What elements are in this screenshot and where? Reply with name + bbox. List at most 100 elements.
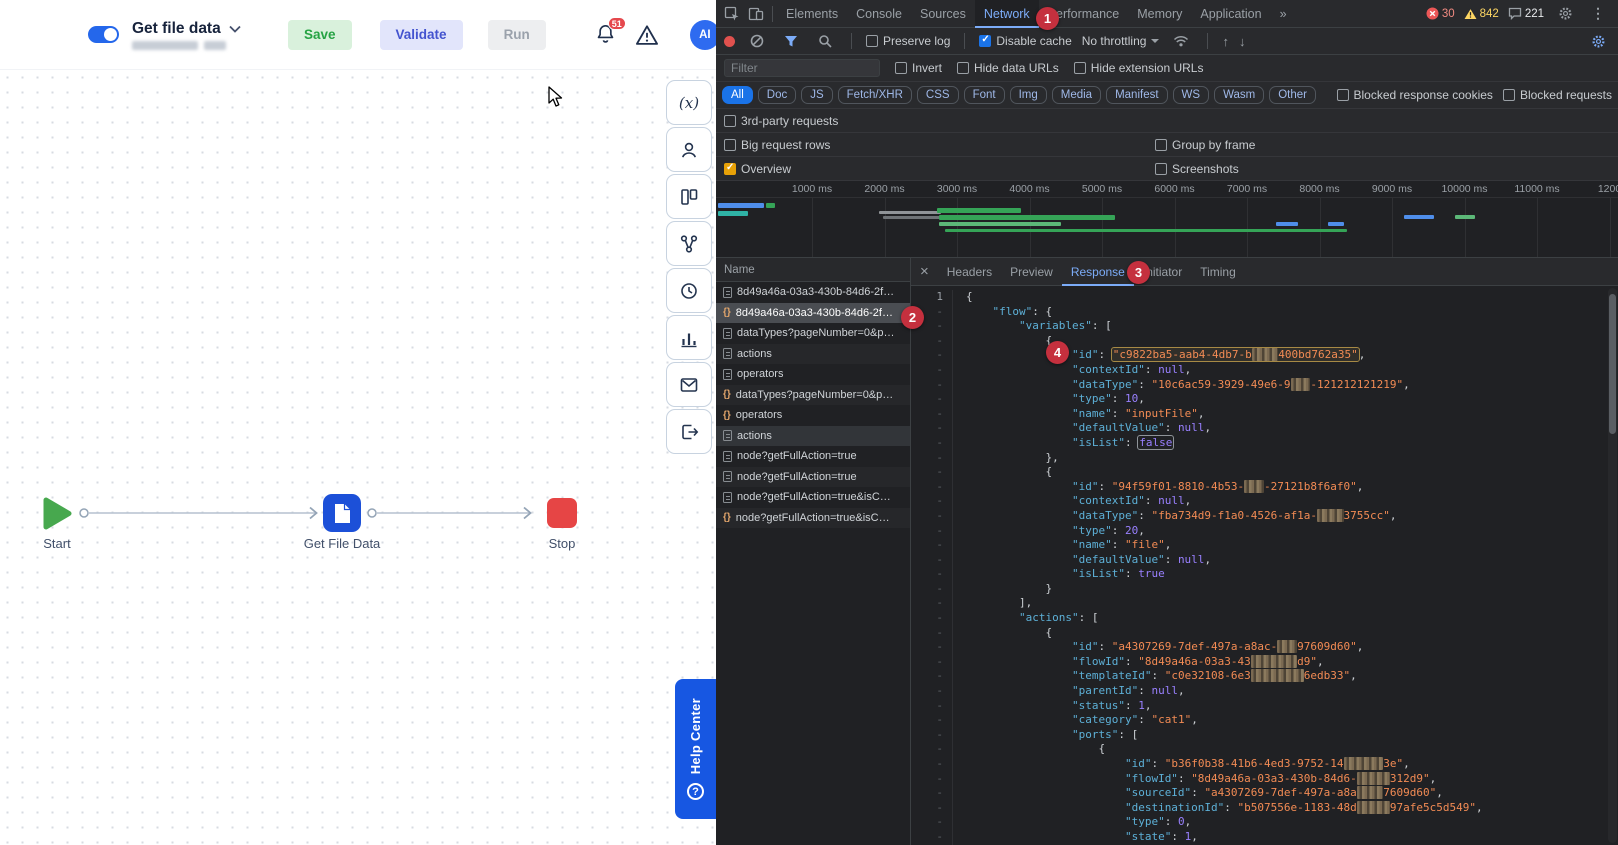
response-tab-response[interactable]: Response — [1062, 258, 1134, 286]
group-by-frame-checkbox[interactable]: Group by frame — [1155, 138, 1255, 152]
blocked-response-cookies-checkbox[interactable]: Blocked response cookies — [1336, 88, 1493, 102]
flow-node-get-file-data[interactable] — [323, 494, 361, 532]
request-row[interactable]: {} dataTypes?pageNumber=0&p… — [716, 384, 910, 405]
user-button[interactable] — [666, 127, 712, 172]
devtools-tab-elements[interactable]: Elements — [777, 0, 847, 28]
response-tab-headers[interactable]: Headers — [938, 258, 1001, 286]
devtools-tab-memory[interactable]: Memory — [1128, 0, 1191, 28]
disable-cache-checkbox[interactable]: Disable cache — [979, 34, 1072, 48]
third-party-requests-checkbox[interactable]: 3rd-party requests — [724, 114, 838, 128]
export-button[interactable] — [666, 409, 712, 454]
filter-chip-js[interactable]: JS — [801, 86, 833, 104]
analytics-button[interactable] — [666, 315, 712, 360]
scrollbar[interactable] — [1608, 288, 1617, 843]
flow-canvas[interactable]: Start Get File Data Stop — [0, 70, 716, 845]
request-row[interactable]: node?getFullAction=true — [716, 446, 910, 467]
filter-input[interactable] — [724, 59, 880, 77]
function-button[interactable]: (x) — [666, 80, 712, 125]
device-toolbar-icon[interactable] — [744, 2, 768, 26]
devtools-tab-console[interactable]: Console — [847, 0, 911, 28]
invert-checkbox[interactable]: Invert — [895, 61, 942, 75]
chevron-down-icon[interactable] — [229, 25, 241, 33]
timeline-bar — [939, 222, 1061, 226]
devtools-tab-item[interactable]: » — [1271, 0, 1296, 28]
timeline-bar — [883, 216, 941, 219]
settings-gear-icon[interactable] — [1553, 2, 1577, 26]
preserve-log-label: Preserve log — [883, 34, 951, 48]
filter-chip-manifest[interactable]: Manifest — [1106, 86, 1168, 104]
preserve-log-checkbox[interactable]: Preserve log — [866, 34, 950, 48]
response-tab-timing[interactable]: Timing — [1191, 258, 1245, 286]
request-row[interactable]: actions — [716, 343, 910, 364]
request-row[interactable]: {} 8d49a46a-03a3-430b-84d6-2f… — [716, 302, 910, 323]
response-tab-preview[interactable]: Preview — [1001, 258, 1062, 286]
request-row[interactable]: actions — [716, 425, 910, 446]
filter-chip-fetch-xhr[interactable]: Fetch/XHR — [837, 86, 912, 104]
workflow-button[interactable] — [666, 221, 712, 266]
blocked-requests-checkbox[interactable]: Blocked requests — [1502, 88, 1612, 102]
request-row[interactable]: dataTypes?pageNumber=0&p… — [716, 323, 910, 344]
flow-node-start[interactable] — [43, 497, 72, 530]
filter-chip-font[interactable]: Font — [963, 86, 1005, 104]
filter-chip-css[interactable]: CSS — [916, 86, 959, 104]
edge-connector[interactable] — [367, 508, 377, 518]
request-row[interactable]: node?getFullAction=true&isC… — [716, 487, 910, 508]
record-button[interactable] — [724, 35, 735, 47]
network-overview[interactable]: 1000 ms 2000 ms 3000 ms 4000 ms 5000 ms 6000 … — [716, 181, 1618, 258]
flow-node-stop[interactable] — [547, 498, 577, 528]
history-button[interactable] — [666, 268, 712, 313]
filter-chip-wasm[interactable]: Wasm — [1214, 86, 1265, 104]
close-icon[interactable]: × — [911, 263, 938, 280]
avatar[interactable]: AI — [689, 19, 716, 50]
request-row[interactable]: operators — [716, 364, 910, 385]
document-icon — [723, 471, 732, 483]
filter-chip-img[interactable]: Img — [1009, 86, 1047, 104]
edge-connector[interactable] — [79, 508, 89, 518]
devtools-tab-sources[interactable]: Sources — [911, 0, 975, 28]
flow-enabled-toggle[interactable] — [88, 26, 119, 43]
notifications-button[interactable]: 51 — [594, 16, 626, 48]
help-center-button[interactable]: Help Center ? — [675, 679, 716, 819]
clear-icon[interactable] — [745, 29, 769, 53]
validate-button[interactable]: Validate — [379, 19, 463, 50]
filter-chip-doc[interactable]: Doc — [757, 86, 797, 104]
devtools-tab-network[interactable]: Network — [974, 0, 1039, 28]
mail-button[interactable] — [666, 362, 712, 407]
inspect-icon[interactable] — [720, 2, 744, 26]
request-row[interactable]: {} node?getFullAction=true&isC… — [716, 507, 910, 528]
hide-data-urls-checkbox[interactable]: Hide data URLs — [957, 61, 1059, 75]
request-row[interactable]: 8d49a46a-03a3-430b-84d6-2f… — [716, 282, 910, 303]
request-row[interactable]: {} operators — [716, 405, 910, 426]
throttling-select[interactable]: No throttling — [1082, 34, 1160, 48]
screenshots-checkbox[interactable]: Screenshots — [1155, 162, 1239, 176]
kebab-menu-icon[interactable]: ⋮ — [1586, 2, 1610, 26]
devtools-tab-application[interactable]: Application — [1191, 0, 1270, 28]
network-settings-gear-icon[interactable] — [1586, 29, 1610, 53]
scrollbar-thumb[interactable] — [1609, 294, 1616, 434]
hide-extension-urls-checkbox[interactable]: Hide extension URLs — [1073, 61, 1203, 75]
import-har-icon[interactable]: ↑ — [1222, 34, 1229, 49]
filter-chip-all[interactable]: All — [722, 86, 753, 104]
warnings-button[interactable] — [634, 23, 660, 47]
timeline-tick: 2000 ms — [864, 183, 905, 195]
filter-chip-media[interactable]: Media — [1051, 86, 1102, 104]
response-code[interactable]: 1{- "flow": {- "variables": [- {- "id": … — [911, 286, 1618, 845]
overview-checkbox[interactable]: Overview — [724, 162, 791, 176]
console-errors[interactable]: 30 — [1426, 7, 1455, 20]
request-list-header[interactable]: Name — [716, 258, 910, 282]
network-conditions-icon[interactable] — [1169, 29, 1193, 53]
console-messages[interactable]: 221 — [1508, 7, 1544, 20]
search-icon[interactable] — [813, 29, 837, 53]
save-button[interactable]: Save — [288, 19, 352, 50]
big-request-rows-checkbox[interactable]: Big request rows — [724, 138, 830, 152]
kanban-button[interactable] — [666, 174, 712, 219]
filter-chip-other[interactable]: Other — [1269, 86, 1316, 104]
export-har-icon[interactable]: ↓ — [1239, 34, 1246, 49]
console-warnings[interactable]: 842 — [1464, 8, 1499, 20]
filter-funnel-icon[interactable] — [779, 29, 803, 53]
code-line: - "isList": true — [911, 567, 1618, 582]
run-button[interactable]: Run — [487, 19, 546, 50]
filter-chip-ws[interactable]: WS — [1172, 86, 1210, 104]
request-row[interactable]: node?getFullAction=true — [716, 466, 910, 487]
flow-node-get-file-data-label: Get File Data — [303, 536, 381, 551]
